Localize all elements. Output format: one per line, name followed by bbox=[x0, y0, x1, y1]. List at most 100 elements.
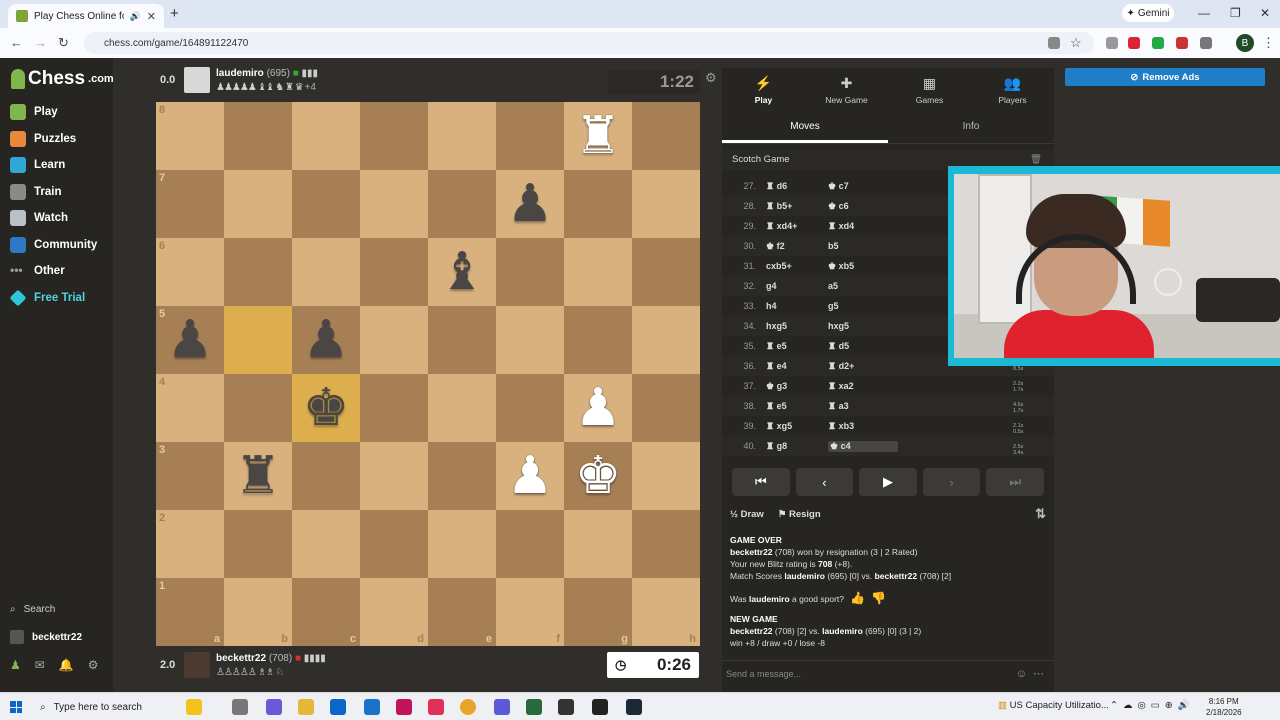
reload-icon[interactable]: ↻ bbox=[58, 35, 69, 51]
tab-info[interactable]: Info bbox=[888, 112, 1054, 143]
chat-input[interactable]: Send a message... bbox=[726, 669, 801, 679]
menu-dots-icon[interactable]: ⋮ bbox=[1262, 35, 1275, 51]
forward-icon[interactable]: → bbox=[34, 35, 47, 50]
square-d4[interactable] bbox=[360, 374, 428, 442]
square-c2[interactable] bbox=[292, 510, 360, 578]
match-player-1[interactable]: laudemiro bbox=[784, 571, 825, 581]
avatar[interactable] bbox=[184, 652, 210, 678]
white-move[interactable]: ♜ e5 bbox=[762, 341, 828, 352]
square-f4[interactable] bbox=[496, 374, 564, 442]
white-move[interactable]: ♜ xd4+ bbox=[762, 221, 828, 232]
square-e5[interactable] bbox=[428, 306, 496, 374]
piece-g3[interactable]: ♚ bbox=[575, 450, 622, 502]
flip-board-icon[interactable]: ⇅ bbox=[1035, 506, 1046, 522]
chrome-icon[interactable] bbox=[460, 699, 476, 715]
chess-board[interactable]: 8 ♜ 7 ♟ 6 ♝ 5 ♟ ♟ 4 ♚ ♟ 3 ♜ ♟ ♚ 2 1 a b c d e f g h bbox=[156, 102, 700, 646]
bookmark-star-icon[interactable]: ☆ bbox=[1070, 35, 1082, 51]
profile-avatar[interactable]: B bbox=[1236, 34, 1254, 52]
tab-new-game[interactable]: ✚ New Game bbox=[805, 68, 888, 112]
file-explorer-icon[interactable] bbox=[298, 699, 314, 715]
next-move-button[interactable]: › bbox=[922, 468, 981, 496]
square-a2[interactable]: 2 bbox=[156, 510, 224, 578]
square-f2[interactable] bbox=[496, 510, 564, 578]
white-move[interactable]: ♜ e4 bbox=[762, 361, 828, 372]
sidebar-item-train[interactable]: Train bbox=[10, 182, 61, 202]
square-c5[interactable]: ♟ bbox=[292, 306, 360, 374]
black-move[interactable]: ♚ c6 bbox=[828, 201, 898, 212]
square-f3[interactable]: ♟ bbox=[496, 442, 564, 510]
gemini-button[interactable]: ✦ Gemini bbox=[1122, 4, 1174, 22]
square-h5[interactable] bbox=[632, 306, 700, 374]
piece-f3[interactable]: ♟ bbox=[507, 450, 554, 502]
black-move[interactable]: ♜ xa2 bbox=[828, 381, 898, 392]
windows-start-icon[interactable] bbox=[10, 701, 22, 713]
tab-players[interactable]: 👥 Players bbox=[971, 68, 1054, 112]
tab-play[interactable]: ⚡ Play bbox=[722, 68, 805, 112]
task-view-icon[interactable] bbox=[232, 699, 248, 715]
black-move[interactable]: hxg5 bbox=[828, 321, 898, 331]
gear-icon[interactable]: ⚙ bbox=[88, 658, 99, 672]
sport-name[interactable]: laudemiro bbox=[749, 594, 790, 604]
square-b8[interactable] bbox=[224, 102, 292, 170]
square-g1[interactable]: g bbox=[564, 578, 632, 646]
square-a7[interactable]: 7 bbox=[156, 170, 224, 238]
piece-c4[interactable]: ♚ bbox=[303, 382, 350, 434]
minimize-icon[interactable]: — bbox=[1198, 6, 1210, 20]
thumbs-down-icon[interactable]: 👎 bbox=[871, 592, 886, 604]
piece-c5[interactable]: ♟ bbox=[303, 314, 350, 366]
white-move[interactable]: cxb5+ bbox=[762, 261, 828, 271]
square-b7[interactable] bbox=[224, 170, 292, 238]
gear-icon[interactable]: ⚙ bbox=[705, 70, 717, 86]
outlook-icon[interactable] bbox=[364, 699, 380, 715]
avatar[interactable] bbox=[184, 67, 210, 93]
ng-player-2[interactable]: laudemiro bbox=[822, 626, 863, 636]
square-g7[interactable] bbox=[564, 170, 632, 238]
square-a1[interactable]: 1a bbox=[156, 578, 224, 646]
sidebar-item-watch[interactable]: Watch bbox=[10, 208, 68, 228]
square-d5[interactable] bbox=[360, 306, 428, 374]
square-d2[interactable] bbox=[360, 510, 428, 578]
mail-icon[interactable]: ✉ bbox=[35, 658, 45, 672]
black-move[interactable]: ♜ xd4 bbox=[828, 221, 898, 232]
sidebar-item-learn[interactable]: Learn bbox=[10, 155, 65, 175]
piece-b3[interactable]: ♜ bbox=[235, 450, 282, 502]
square-a8[interactable]: 8 bbox=[156, 102, 224, 170]
square-h3[interactable] bbox=[632, 442, 700, 510]
thumbs-up-icon[interactable]: 👍 bbox=[850, 592, 865, 604]
white-move[interactable]: ♚ g3 bbox=[762, 381, 828, 392]
piece-f7[interactable]: ♟ bbox=[507, 178, 554, 230]
black-move[interactable]: ♜ d2+ bbox=[828, 361, 898, 372]
square-f7[interactable]: ♟ bbox=[496, 170, 564, 238]
tray-icons[interactable]: ⌃☁◎▭⊕🔊 bbox=[1110, 700, 1195, 711]
back-icon[interactable]: ← bbox=[10, 35, 23, 50]
square-e6[interactable]: ♝ bbox=[428, 238, 496, 306]
white-move[interactable]: ♜ d6 bbox=[762, 181, 828, 192]
square-g4[interactable]: ♟ bbox=[564, 374, 632, 442]
steam-icon[interactable] bbox=[626, 699, 642, 715]
bottom-player-name[interactable]: beckettr22 (708) ■ ▮▮▮▮ bbox=[216, 653, 326, 664]
chat-bar[interactable]: Send a message... ☺⋯ bbox=[722, 660, 1054, 686]
black-move[interactable]: ♜ a3 bbox=[828, 401, 898, 412]
black-move[interactable]: ♚ c7 bbox=[828, 181, 898, 192]
install-icon[interactable] bbox=[1048, 37, 1060, 49]
tab-moves[interactable]: Moves bbox=[722, 112, 888, 143]
square-e3[interactable] bbox=[428, 442, 496, 510]
square-e7[interactable] bbox=[428, 170, 496, 238]
white-move[interactable]: ♚ f2 bbox=[762, 241, 828, 252]
square-g2[interactable] bbox=[564, 510, 632, 578]
square-c8[interactable] bbox=[292, 102, 360, 170]
square-f8[interactable] bbox=[496, 102, 564, 170]
app-icon[interactable] bbox=[494, 699, 510, 715]
square-h8[interactable] bbox=[632, 102, 700, 170]
black-move[interactable]: ♜ d5 bbox=[828, 341, 898, 352]
black-move[interactable]: b5 bbox=[828, 241, 898, 251]
square-c1[interactable]: c bbox=[292, 578, 360, 646]
widget-icon[interactable] bbox=[186, 699, 202, 715]
sidebar-item-community[interactable]: Community bbox=[10, 235, 97, 255]
music-icon[interactable] bbox=[428, 699, 444, 715]
square-g8[interactable]: ♜ bbox=[564, 102, 632, 170]
app-icon[interactable] bbox=[592, 699, 608, 715]
square-g5[interactable] bbox=[564, 306, 632, 374]
resign-button[interactable]: ⚑ Resign bbox=[778, 509, 821, 520]
white-move[interactable]: ♜ e5 bbox=[762, 401, 828, 412]
